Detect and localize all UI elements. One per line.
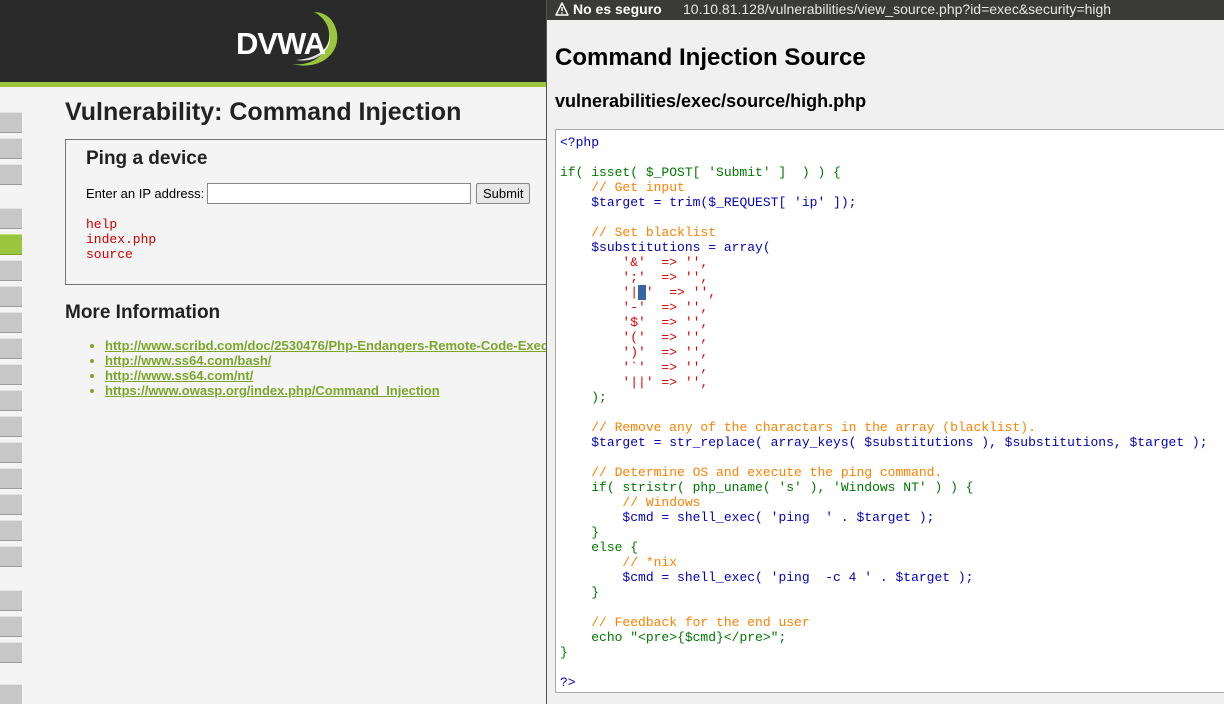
dvwa-header: DVWA [0,0,546,82]
code-line: ?> [560,675,576,690]
code-line: $cmd = shell_exec( 'ping ' . $target ); [622,510,935,525]
submit-button[interactable]: Submit [476,183,531,204]
sidebar-item[interactable] [0,616,22,637]
code-line: '(' => '', [622,330,709,345]
code-comment: // Windows [622,495,701,510]
code-line: '||' => '', [622,375,709,390]
source-links: help index.php source [86,217,156,262]
code-line: else { [591,540,639,555]
info-link[interactable]: https://www.owasp.org/index.php/Command_… [105,383,440,398]
sidebar-item[interactable] [0,312,22,333]
security-warning[interactable]: No es seguro [555,1,662,17]
code-line: if( stristr( php_uname( 's' ), 'Windows … [591,480,974,495]
sidebar-item[interactable] [0,138,22,159]
sidebar-item[interactable] [0,164,22,185]
help-link[interactable]: help [86,217,156,232]
code-comment: // Get input [591,180,685,195]
sidebar-item[interactable] [0,642,22,663]
code-line: echo "<pre>{$cmd}</pre>"; [591,630,787,645]
code-line: } [591,525,600,540]
sidebar-item[interactable] [0,364,22,385]
dvwa-logo[interactable]: DVWA [234,10,344,70]
sidebar-item[interactable] [0,546,22,567]
code-comment: // Determine OS and execute the ping com… [591,465,943,480]
url-text[interactable]: 10.10.81.128/vulnerabilities/view_source… [683,1,1111,17]
sidebar-item[interactable] [0,442,22,463]
sidebar-item[interactable] [0,338,22,359]
sidebar-item[interactable] [0,468,22,489]
source-title: Command Injection Source [555,44,866,71]
more-info-heading: More Information [65,302,221,323]
info-link[interactable]: http://www.ss64.com/nt/ [105,368,253,383]
security-warning-text: No es seguro [573,1,662,17]
source-path: vulnerabilities/exec/source/high.php [555,91,867,111]
code-comment: // *nix [622,555,678,570]
header-accent-line [0,82,546,87]
source-popup-window: No es seguro 10.10.81.128/vulnerabilitie… [546,0,1224,704]
ip-input[interactable] [207,183,471,204]
code-comment: // Feedback for the end user [591,615,810,630]
logo-text: DVWA [236,26,326,61]
source-link[interactable]: source [86,247,156,262]
code-line: '| [622,285,639,300]
code-line: $substitutions = array( [591,240,771,255]
sidebar-item[interactable] [0,416,22,437]
code-viewer[interactable]: <?php if( isset( $_POST[ 'Submit' ] ) ) … [555,129,1224,693]
sidebar-item[interactable] [0,590,22,611]
warning-triangle-icon [555,2,569,16]
code-line: '$' => '', [622,315,709,330]
code-line: '&' => '', [622,255,709,270]
code-line: ';' => '', [622,270,709,285]
source-code[interactable]: <?php if( isset( $_POST[ 'Submit' ] ) ) … [560,135,1208,690]
sidebar-item[interactable] [0,684,22,704]
sidebar-item[interactable] [0,390,22,411]
code-line: $cmd = shell_exec( 'ping -c 4 ' . $targe… [622,570,974,585]
more-info-list: http://www.scribd.com/doc/2530476/Php-En… [85,338,546,398]
sidebar-item[interactable] [0,112,22,133]
sidebar-item[interactable] [0,520,22,541]
sidebar-item[interactable] [0,260,22,281]
list-item: http://www.ss64.com/nt/ [105,368,546,383]
code-comment: // Set blacklist [591,225,717,240]
index-php-link[interactable]: index.php [86,232,156,247]
ping-heading: Ping a device [86,148,208,169]
ip-label: Enter an IP address: [86,186,205,201]
code-line: $target = str_replace( array_keys( $subs… [591,435,1208,450]
code-line: } [560,645,568,660]
address-bar[interactable]: No es seguro 10.10.81.128/vulnerabilitie… [547,0,1224,20]
sidebar-item[interactable] [0,208,22,229]
code-line: '-' => '', [622,300,709,315]
list-item: http://www.scribd.com/doc/2530476/Php-En… [105,338,546,353]
code-line: if( isset( $_POST[ 'Submit' ] ) ) { [560,165,841,180]
code-line: } [591,585,600,600]
page-title: Vulnerability: Command Injection [65,98,462,126]
ping-form-box: Ping a device Enter an IP address: Submi… [65,139,546,285]
text-cursor [638,285,646,300]
code-line: ')' => '', [622,345,709,360]
code-line: <?php [560,135,600,150]
code-line: $target = trim($_REQUEST[ 'ip' ]); [591,195,857,210]
code-comment: // Remove any of the charactars in the a… [591,420,1036,435]
code-line: ' => '', [645,285,717,300]
list-item: http://www.ss64.com/bash/ [105,353,546,368]
sidebar-item[interactable] [0,286,22,307]
sidebar-item[interactable] [0,494,22,515]
info-link[interactable]: http://www.ss64.com/bash/ [105,353,271,368]
sidebar-item-command-injection[interactable] [0,234,22,255]
dvwa-page: DVWA Vulnerability: Command Injection Pi… [0,0,546,704]
info-link[interactable]: http://www.scribd.com/doc/2530476/Php-En… [105,338,546,353]
code-line: '`' => '', [622,360,709,375]
list-item: https://www.owasp.org/index.php/Command_… [105,383,546,398]
code-line: ); [591,390,607,405]
